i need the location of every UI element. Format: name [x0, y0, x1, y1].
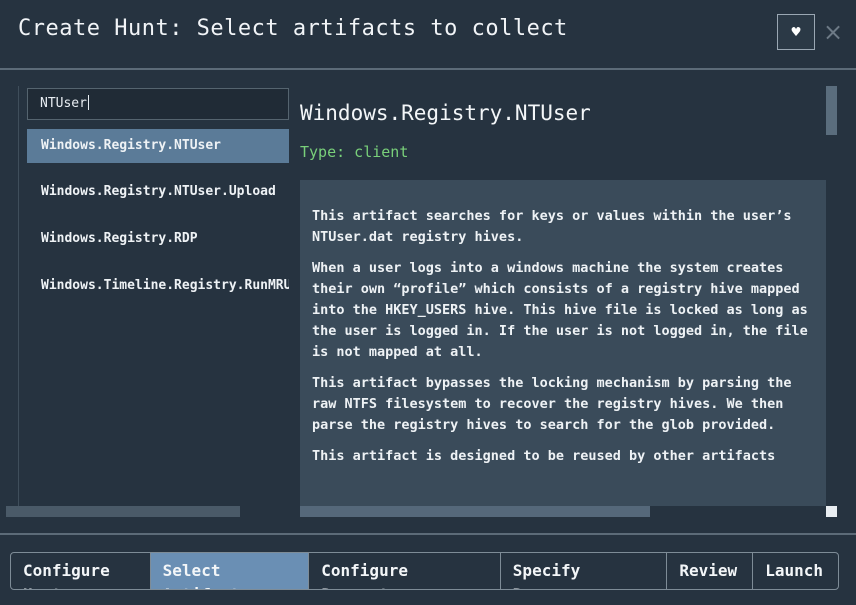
artifact-label: Windows.Timeline.Registry.RunMRU: [41, 278, 289, 293]
text-caret: [87, 95, 89, 110]
artifact-title: Windows.Registry.NTUser: [300, 101, 591, 125]
heart-icon: ♥: [791, 23, 801, 41]
close-icon[interactable]: ×: [823, 18, 843, 46]
step-review[interactable]: Review: [667, 553, 754, 589]
dialog-header: Create Hunt: Select artifacts to collect…: [0, 0, 856, 70]
scrollbar-corner: [826, 506, 837, 517]
step-select-artifacts[interactable]: Select Artifacts: [150, 553, 310, 589]
artifact-list-item[interactable]: Windows.Registry.RDP: [27, 222, 289, 256]
artifact-list-item[interactable]: Windows.Registry.NTUser: [27, 129, 289, 163]
description-paragraph: This artifact bypasses the locking mecha…: [312, 375, 792, 433]
description-horizontal-scrollbar[interactable]: [300, 506, 650, 517]
artifact-type: Type: client: [300, 143, 409, 161]
artifact-label: Windows.Registry.NTUser.Upload: [41, 184, 276, 199]
description-paragraph: When a user logs into a windows machine …: [312, 260, 808, 360]
favorite-button[interactable]: ♥: [777, 14, 815, 50]
artifact-label: Windows.Registry.NTUser: [41, 138, 222, 153]
step-configure-parameters[interactable]: Configure Parameters: [309, 553, 501, 589]
detail-vertical-scrollbar[interactable]: [826, 86, 837, 135]
dialog-title: Create Hunt: Select artifacts to collect: [18, 16, 568, 41]
artifact-detail-pane: Windows.Registry.NTUser Type: client Thi…: [300, 86, 840, 518]
footer-divider: [0, 533, 856, 535]
list-horizontal-scrollbar[interactable]: [6, 506, 240, 517]
create-hunt-dialog: Create Hunt: Select artifacts to collect…: [0, 0, 856, 605]
search-input-value: NTUser: [40, 96, 87, 111]
artifact-list-item[interactable]: Windows.Registry.NTUser.Upload: [27, 175, 289, 209]
description-paragraph: This artifact is designed to be reused b…: [312, 448, 776, 464]
artifact-description: This artifact searches for keys or value…: [300, 180, 826, 506]
artifact-list-item[interactable]: Windows.Timeline.Registry.RunMRU: [27, 269, 289, 303]
step-launch[interactable]: Launch: [753, 553, 838, 589]
search-input[interactable]: NTUser: [27, 88, 289, 120]
artifact-list-pane: NTUser Windows.Registry.NTUser Windows.R…: [18, 86, 289, 510]
description-paragraph: This artifact searches for keys or value…: [312, 208, 792, 245]
step-specify-resources[interactable]: Specify Resources: [501, 553, 668, 589]
artifact-label: Windows.Registry.RDP: [41, 231, 198, 246]
wizard-steps: Configure Hunt Select Artifacts Configur…: [10, 552, 839, 590]
step-configure-hunt[interactable]: Configure Hunt: [11, 553, 151, 589]
